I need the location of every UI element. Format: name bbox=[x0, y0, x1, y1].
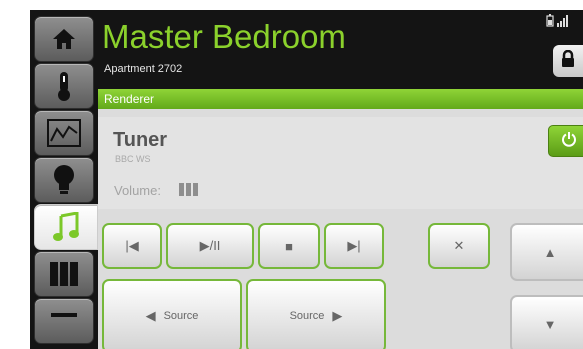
next-icon: ▶| bbox=[347, 238, 361, 253]
thermometer-icon bbox=[54, 70, 74, 102]
nav-energy-button[interactable] bbox=[34, 110, 94, 156]
stop-button[interactable]: ■ bbox=[258, 223, 320, 269]
renderer-label: Renderer bbox=[104, 92, 155, 106]
volume-label: Volume: bbox=[114, 183, 161, 198]
left-arrow-icon: ◀ bbox=[145, 308, 156, 323]
power-icon bbox=[561, 131, 577, 152]
previous-icon: |◀ bbox=[125, 238, 139, 253]
volume-bar bbox=[186, 183, 191, 196]
source-name: Tuner bbox=[113, 129, 168, 151]
room-subtitle: Apartment 2702 bbox=[104, 63, 183, 75]
up-arrow-icon: ▲ bbox=[543, 244, 557, 260]
lock-icon bbox=[561, 49, 575, 73]
next-button[interactable]: ▶| bbox=[324, 223, 384, 269]
source-previous-label: Source bbox=[163, 310, 199, 322]
volume-up-button[interactable]: ▲ bbox=[510, 223, 583, 281]
play-pause-button[interactable]: ▶/II bbox=[166, 223, 254, 269]
right-arrow-icon: ▶ bbox=[332, 308, 343, 323]
status-icons bbox=[546, 14, 569, 30]
screen: Master Bedroom Apartment 2702 Renderer T… bbox=[30, 10, 583, 349]
volume-bar bbox=[193, 183, 198, 196]
signal-icon bbox=[557, 15, 569, 30]
renderer-header: Renderer bbox=[98, 89, 583, 109]
nav-shades-button[interactable] bbox=[34, 251, 94, 297]
down-arrow-icon: ▼ bbox=[543, 316, 557, 332]
chart-icon bbox=[47, 119, 81, 147]
lock-button[interactable] bbox=[553, 45, 583, 77]
renderer-panel: Renderer Tuner BBC WS Volume: |◀ ▶/II ■ … bbox=[98, 89, 583, 349]
source-next-label: Source bbox=[289, 310, 325, 322]
play-pause-icon: ▶/II bbox=[199, 238, 221, 253]
lightbulb-icon bbox=[53, 164, 75, 196]
source-previous-button[interactable]: ◀ Source bbox=[102, 279, 242, 349]
music-note-icon bbox=[53, 212, 79, 242]
nav-more-button[interactable] bbox=[34, 298, 94, 344]
mute-icon: ✕ bbox=[453, 238, 465, 253]
volume-bar bbox=[179, 183, 184, 196]
source-next-button[interactable]: Source ▶ bbox=[246, 279, 386, 349]
power-button[interactable] bbox=[548, 125, 583, 157]
now-playing-info: Tuner BBC WS Volume: bbox=[98, 117, 583, 209]
previous-button[interactable]: |◀ bbox=[102, 223, 162, 269]
shades-icon bbox=[48, 260, 80, 288]
station-name: BBC WS bbox=[115, 154, 151, 164]
stop-icon: ■ bbox=[285, 238, 293, 254]
more-icon bbox=[49, 311, 79, 331]
nav-home-button[interactable] bbox=[34, 16, 94, 62]
nav-lighting-button[interactable] bbox=[34, 157, 94, 203]
volume-level bbox=[179, 183, 198, 196]
room-title: Master Bedroom bbox=[102, 18, 346, 55]
mute-button[interactable]: ✕ bbox=[428, 223, 490, 269]
battery-icon bbox=[546, 14, 557, 30]
home-icon bbox=[51, 27, 77, 51]
nav-climate-button[interactable] bbox=[34, 63, 94, 109]
nav-sidebar bbox=[30, 10, 98, 349]
nav-audio-button[interactable] bbox=[34, 204, 98, 250]
volume-down-button[interactable]: ▼ bbox=[510, 295, 583, 349]
